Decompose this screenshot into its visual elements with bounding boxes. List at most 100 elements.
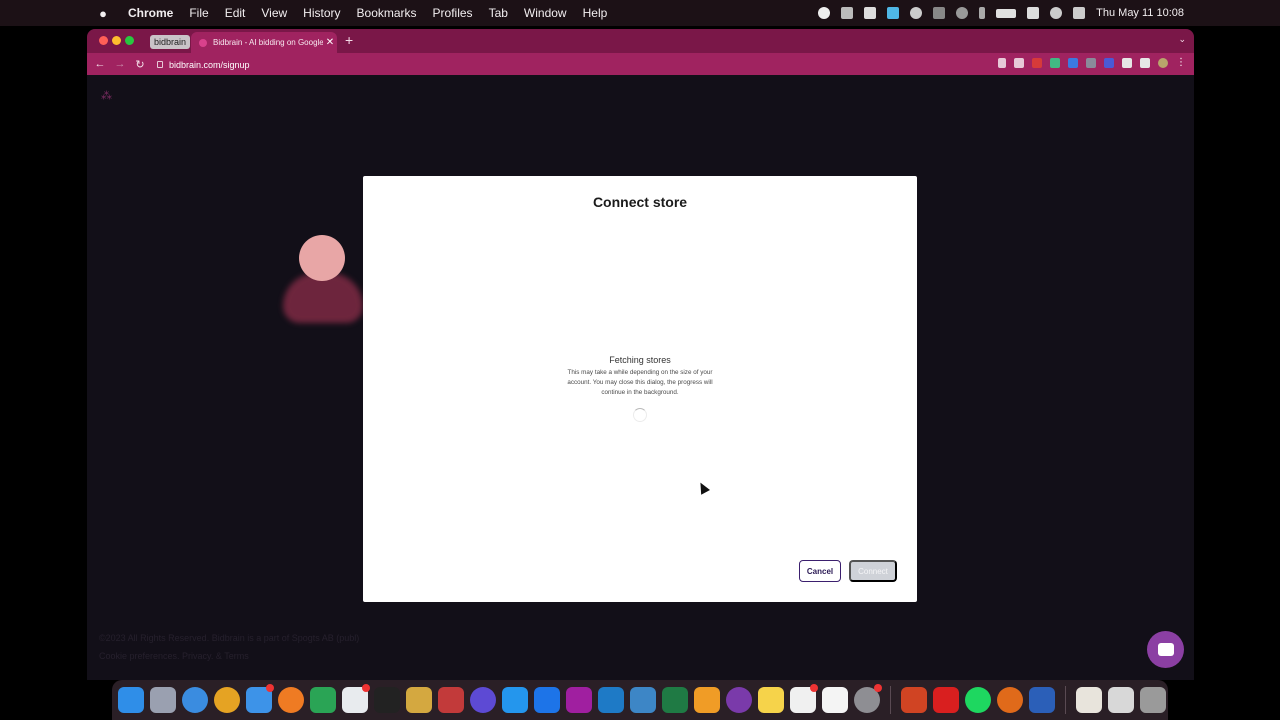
share-icon[interactable] xyxy=(998,57,1006,68)
menu-history[interactable]: History xyxy=(295,6,348,20)
github-menu-icon[interactable] xyxy=(910,7,923,19)
notes-icon[interactable] xyxy=(758,687,784,713)
word-icon[interactable] xyxy=(1029,687,1055,713)
profile-avatar[interactable] xyxy=(1158,57,1168,68)
slack-icon[interactable] xyxy=(342,684,370,713)
close-window-button[interactable] xyxy=(99,36,108,45)
chat-widget-button[interactable] xyxy=(1147,631,1184,668)
vue-devtools-icon[interactable] xyxy=(1050,57,1060,68)
arc-icon[interactable] xyxy=(470,687,496,713)
extension-blue-icon[interactable] xyxy=(1068,57,1078,68)
menubar-clock[interactable]: Thu May 11 10:08 xyxy=(1096,7,1184,19)
xcode-icon[interactable] xyxy=(630,687,656,713)
tab-strip: bidbrain Bidbrain - AI bidding on Google… xyxy=(87,29,1194,53)
apple-icon[interactable]: ● xyxy=(96,6,110,21)
browser-toolbar: ← → ↻ bidbrain.com/signup ⋮ xyxy=(87,53,1194,75)
cancel-button[interactable]: Cancel xyxy=(799,560,841,582)
loading-spinner-icon xyxy=(633,408,647,422)
record-icon[interactable] xyxy=(818,7,831,19)
extension-shield-icon[interactable] xyxy=(1104,57,1114,68)
document-icon[interactable] xyxy=(1076,687,1102,713)
drive-icon[interactable] xyxy=(310,687,336,713)
dock-separator-2 xyxy=(1065,686,1066,714)
connect-store-dialog: Connect store Fetching stores This may t… xyxy=(363,176,917,602)
lock-icon[interactable] xyxy=(157,61,163,68)
more-menu-icon[interactable]: ⋮ xyxy=(1176,57,1186,68)
reminders-icon[interactable] xyxy=(822,687,848,713)
battery-icon[interactable] xyxy=(996,8,1017,18)
dock-separator xyxy=(890,686,891,714)
extensions-puzzle-icon[interactable] xyxy=(1122,57,1132,68)
safari-icon[interactable] xyxy=(182,687,208,713)
toolbar-actions: ⋮ xyxy=(998,57,1186,68)
bidbrain-logo-icon[interactable]: ⁂ xyxy=(101,89,115,103)
spotify-icon[interactable] xyxy=(965,687,991,713)
tab-group-chip[interactable]: bidbrain xyxy=(150,35,191,49)
footer-links[interactable]: Cookie preferences. Privacy. & Terms xyxy=(99,651,249,661)
tab-search-chevron-icon[interactable]: ⌄ xyxy=(1178,34,1186,45)
phpstorm-icon[interactable] xyxy=(566,687,592,713)
vscode-icon[interactable] xyxy=(598,687,624,713)
settings-icon[interactable] xyxy=(854,684,882,713)
github-icon[interactable] xyxy=(726,687,752,713)
mail-icon[interactable] xyxy=(246,684,274,713)
menu-window[interactable]: Window xyxy=(516,6,575,20)
spotlight-icon[interactable] xyxy=(1050,7,1063,19)
status-area: Thu May 11 10:08 xyxy=(818,0,1184,26)
connect-button[interactable]: Connect xyxy=(849,560,897,582)
forward-arrow-icon[interactable]: → xyxy=(110,58,130,70)
calendar2-icon[interactable] xyxy=(790,684,818,713)
skype-icon[interactable] xyxy=(887,7,900,19)
menu-bar: ● Chrome File Edit View History Bookmark… xyxy=(0,0,1280,26)
sublime-icon[interactable] xyxy=(694,687,720,713)
dock xyxy=(112,680,1168,720)
firefox-icon[interactable] xyxy=(997,687,1023,713)
bookmark-star-icon[interactable] xyxy=(1014,57,1024,68)
control-center-icon[interactable] xyxy=(1073,7,1086,19)
tab-close-icon[interactable]: ✕ xyxy=(323,37,337,48)
dialog-title: Connect store xyxy=(592,194,688,210)
menu-file[interactable]: File xyxy=(181,6,216,20)
menu-view[interactable]: View xyxy=(253,6,295,20)
db-icon[interactable] xyxy=(438,687,464,713)
wifi-icon[interactable] xyxy=(1027,7,1040,19)
menu-edit[interactable]: Edit xyxy=(217,6,254,20)
finder-icon[interactable] xyxy=(118,687,144,713)
excel-icon[interactable] xyxy=(662,687,688,713)
menu-app-name[interactable]: Chrome xyxy=(120,6,181,20)
launchpad-icon[interactable] xyxy=(150,687,176,713)
side-panel-icon[interactable] xyxy=(1140,57,1150,68)
reload-icon[interactable]: ↻ xyxy=(130,58,150,71)
chrome-icon[interactable] xyxy=(214,687,240,713)
tab-bidbrain[interactable]: Bidbrain - AI bidding on Google ✕ xyxy=(191,32,337,53)
new-tab-button[interactable]: + xyxy=(345,32,353,48)
mute-icon[interactable] xyxy=(933,7,946,19)
minimize-window-button[interactable] xyxy=(112,36,121,45)
menu-help[interactable]: Help xyxy=(575,6,616,20)
url-text[interactable]: bidbrain.com/signup xyxy=(169,60,250,70)
ovpn-icon[interactable] xyxy=(278,687,304,713)
powerpoint-icon[interactable] xyxy=(901,687,927,713)
docker-icon[interactable] xyxy=(502,687,528,713)
bluetooth-icon[interactable] xyxy=(979,7,986,19)
calendar-icon[interactable] xyxy=(534,687,560,713)
illustration-avatar xyxy=(275,229,375,339)
tab-title: Bidbrain - AI bidding on Google xyxy=(213,38,323,47)
sequel-icon[interactable] xyxy=(406,687,432,713)
cloud-icon[interactable] xyxy=(841,7,854,19)
menu-profiles[interactable]: Profiles xyxy=(425,6,481,20)
address-bar[interactable]: bidbrain.com/signup xyxy=(157,57,250,72)
play-icon[interactable] xyxy=(956,7,969,19)
terminal-icon[interactable] xyxy=(374,687,400,713)
file-icon[interactable] xyxy=(1108,687,1134,713)
menu-tab[interactable]: Tab xyxy=(481,6,516,20)
menu-bookmarks[interactable]: Bookmarks xyxy=(349,6,425,20)
acrobat-icon[interactable] xyxy=(933,687,959,713)
app-status-icon[interactable] xyxy=(864,7,877,19)
trash-icon[interactable] xyxy=(1140,687,1166,713)
extension-red-icon[interactable] xyxy=(1032,57,1042,68)
camera-icon[interactable] xyxy=(1086,57,1096,68)
back-arrow-icon[interactable]: ← xyxy=(90,58,110,70)
zoom-window-button[interactable] xyxy=(125,36,134,45)
fetching-status-title: Fetching stores xyxy=(609,355,671,365)
